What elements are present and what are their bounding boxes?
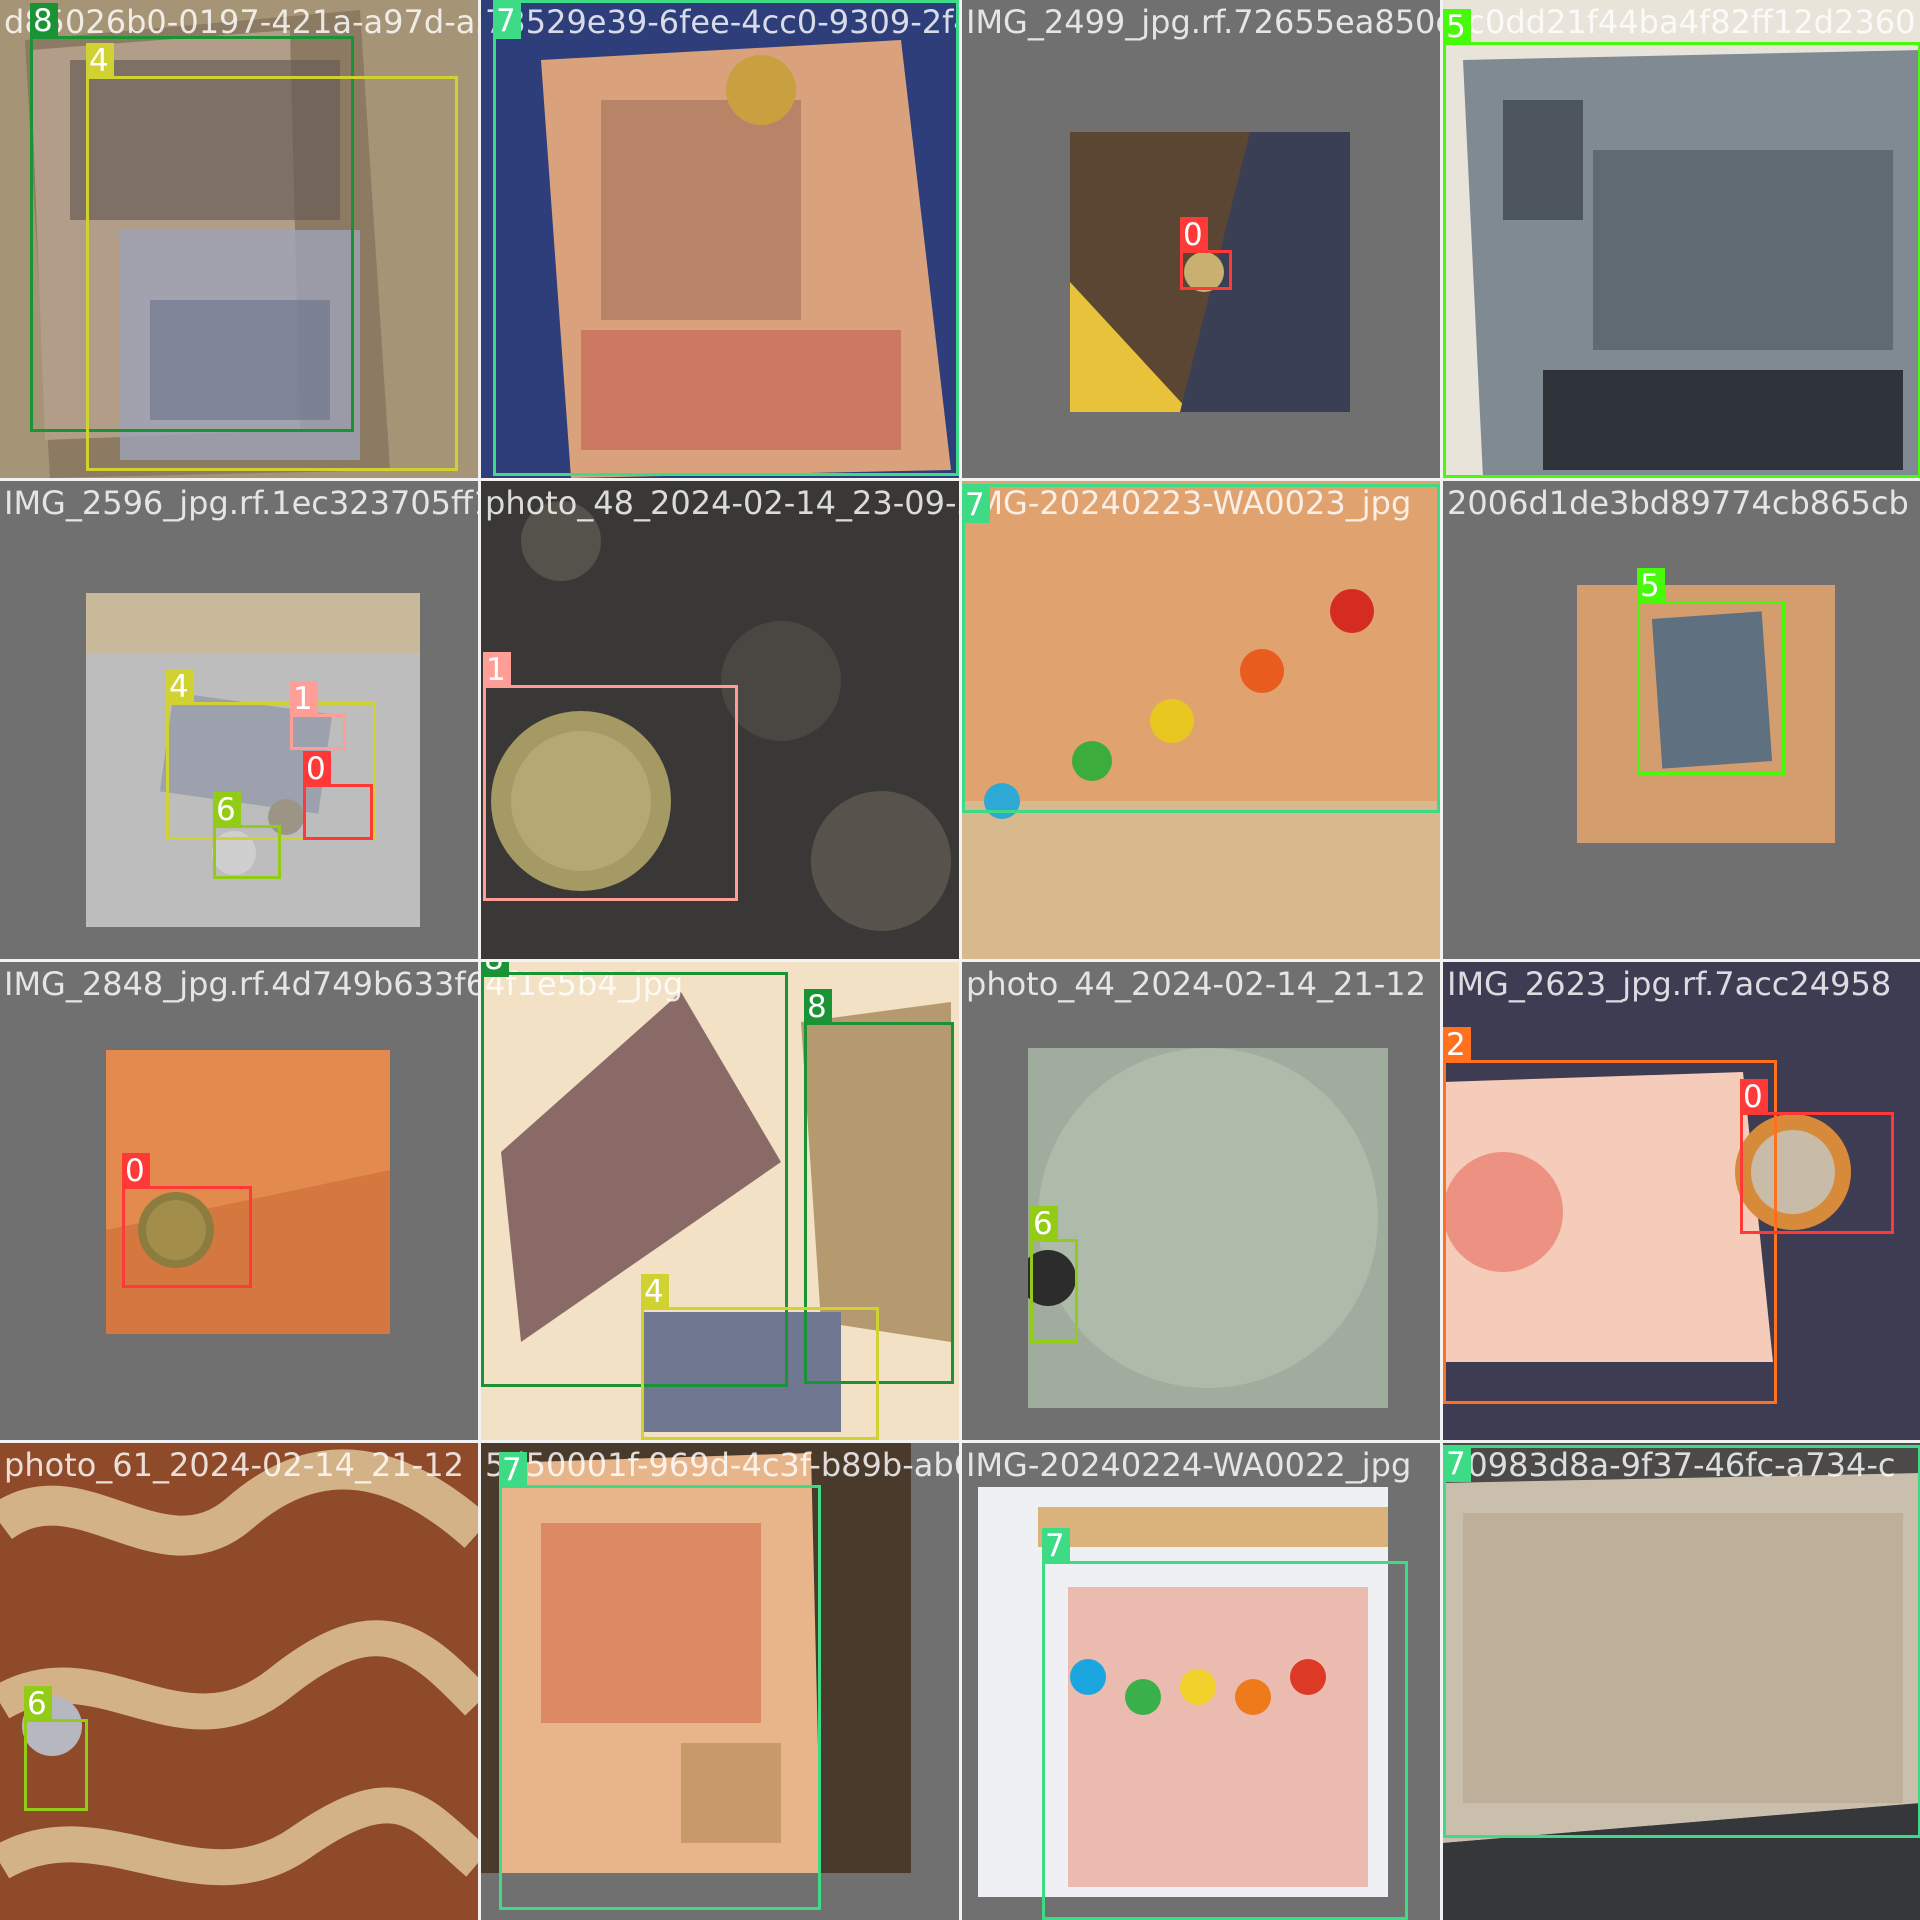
tile-title: IMG_2596_jpg.rf.1ec323705ff1e54827026d [4,484,478,522]
detection-box: 1 [483,652,738,901]
detection-label: 0 [303,751,331,787]
tile-14: IMG-20240224-WA0022_jpg 7 [962,1443,1440,1920]
grid-divider [0,1440,1920,1443]
tile-title: IMG-20240224-WA0022_jpg [966,1446,1412,1484]
grid-divider [0,959,1920,962]
tile-3: 5c0dd21f44ba4f82ff12d2360 5 [1443,0,1920,478]
coin-scene-icon [1028,1048,1388,1408]
tile-0: d85026b0-0197-421a-a97d-a5826c2184e_jpg … [0,0,478,478]
detection-label: 0 [1740,1079,1768,1115]
tile-title: IMG_2848_jpg.rf.4d749b633f6fd2574 [4,965,478,1003]
detection-label: 4 [641,1274,669,1310]
tile-13: 5d50001f-969d-4c3f-b89b-ab6 7 [481,1443,959,1920]
tile-7: 2006d1de3bd89774cb865cb 5 [1443,481,1920,959]
detection-label: 7 [962,487,990,523]
detection-box: 4 [86,43,458,471]
detection-label: 8 [481,962,509,977]
tile-title: IMG_2623_jpg.rf.7acc24958 [1447,965,1892,1003]
tile-5: photo_48_2024-02-14_23-09-28_jpg 1 [481,481,959,959]
detection-label: 4 [86,43,114,79]
detection-label: 5 [1443,9,1471,45]
tile-title: photo_61_2024-02-14_21-12 [4,1446,464,1484]
tile-9: 4f1e5b4_jpg 8 8 4 [481,962,959,1440]
tile-12: photo_61_2024-02-14_21-12 6 [0,1443,478,1920]
detection-label: 6 [1030,1206,1058,1242]
detection-box: 0 [303,751,373,840]
detection-label: 0 [122,1153,150,1189]
tile-4: IMG_2596_jpg.rf.1ec323705ff1e54827026d 4… [0,481,478,959]
detection-label: 5 [1637,568,1665,604]
tile-10: photo_44_2024-02-14_21-12 6 [962,962,1440,1440]
detection-label: 8 [30,3,58,39]
tile-title: d85026b0-0197-421a-a97d-a5826c2184e_jpg [4,3,478,41]
detection-label: 8 [804,989,832,1025]
tile-title: photo_48_2024-02-14_23-09-28_jpg [485,484,959,522]
detection-label: 7 [499,1452,527,1488]
detection-label: 6 [213,792,241,828]
detection-box: 5 [1443,9,1920,478]
detection-box: 0 [122,1153,252,1288]
detection-box: 7 [1443,1445,1920,1838]
detection-label: 2 [1443,1027,1471,1063]
detection-box: 7 [493,0,959,476]
detection-box: 4 [641,1274,879,1440]
detection-box: 7 [1042,1528,1408,1920]
detection-label: 6 [24,1686,52,1722]
detection-label: 7 [1042,1528,1070,1564]
detection-box: 6 [1030,1206,1078,1343]
detection-box: 6 [213,792,281,879]
detection-box: 7 [962,484,1440,813]
tile-6: IMG-20240223-WA0023_jpg 7 [962,481,1440,959]
tile-title: 5c0dd21f44ba4f82ff12d2360 [1447,3,1916,41]
detection-box: 1 [290,681,346,750]
detection-mosaic: d85026b0-0197-421a-a97d-a5826c2184e_jpg … [0,0,1920,1920]
tile-title: 5d50001f-969d-4c3f-b89b-ab6 [485,1446,959,1484]
coin-scene-icon [0,1443,478,1920]
detection-label: 1 [483,652,511,688]
detection-box: 7 [499,1452,821,1910]
tile-title: IMG_2499_jpg.rf.72655ea850dd01f44bfa4280 [966,3,1440,41]
detection-box: 5 [1637,568,1785,775]
tile-11: IMG_2623_jpg.rf.7acc24958 2 0 [1443,962,1920,1440]
tile-8: IMG_2848_jpg.rf.4d749b633f6fd2574 0 [0,962,478,1440]
detection-box: 6 [24,1686,88,1811]
detection-label: 4 [166,669,194,705]
tile-1: 73529e39-6fee-4cc0-9309-2f40d2499e_jpg 7 [481,0,959,478]
tile-title: 2006d1de3bd89774cb865cb [1447,484,1909,522]
detection-label: 0 [1180,217,1208,253]
tile-15: 10983d8a-9f37-46fc-a734-c 7 [1443,1443,1920,1920]
detection-box: 0 [1740,1079,1894,1234]
detection-label: 7 [1443,1446,1471,1482]
detection-box: 0 [1180,217,1232,290]
tile-2: IMG_2499_jpg.rf.72655ea850dd01f44bfa4280… [962,0,1440,478]
detection-label: 7 [493,3,521,39]
tile-title: photo_44_2024-02-14_21-12 [966,965,1426,1003]
detection-label: 1 [290,681,318,717]
detection-box: 2 [1443,1027,1777,1404]
grid-divider [0,478,1920,481]
